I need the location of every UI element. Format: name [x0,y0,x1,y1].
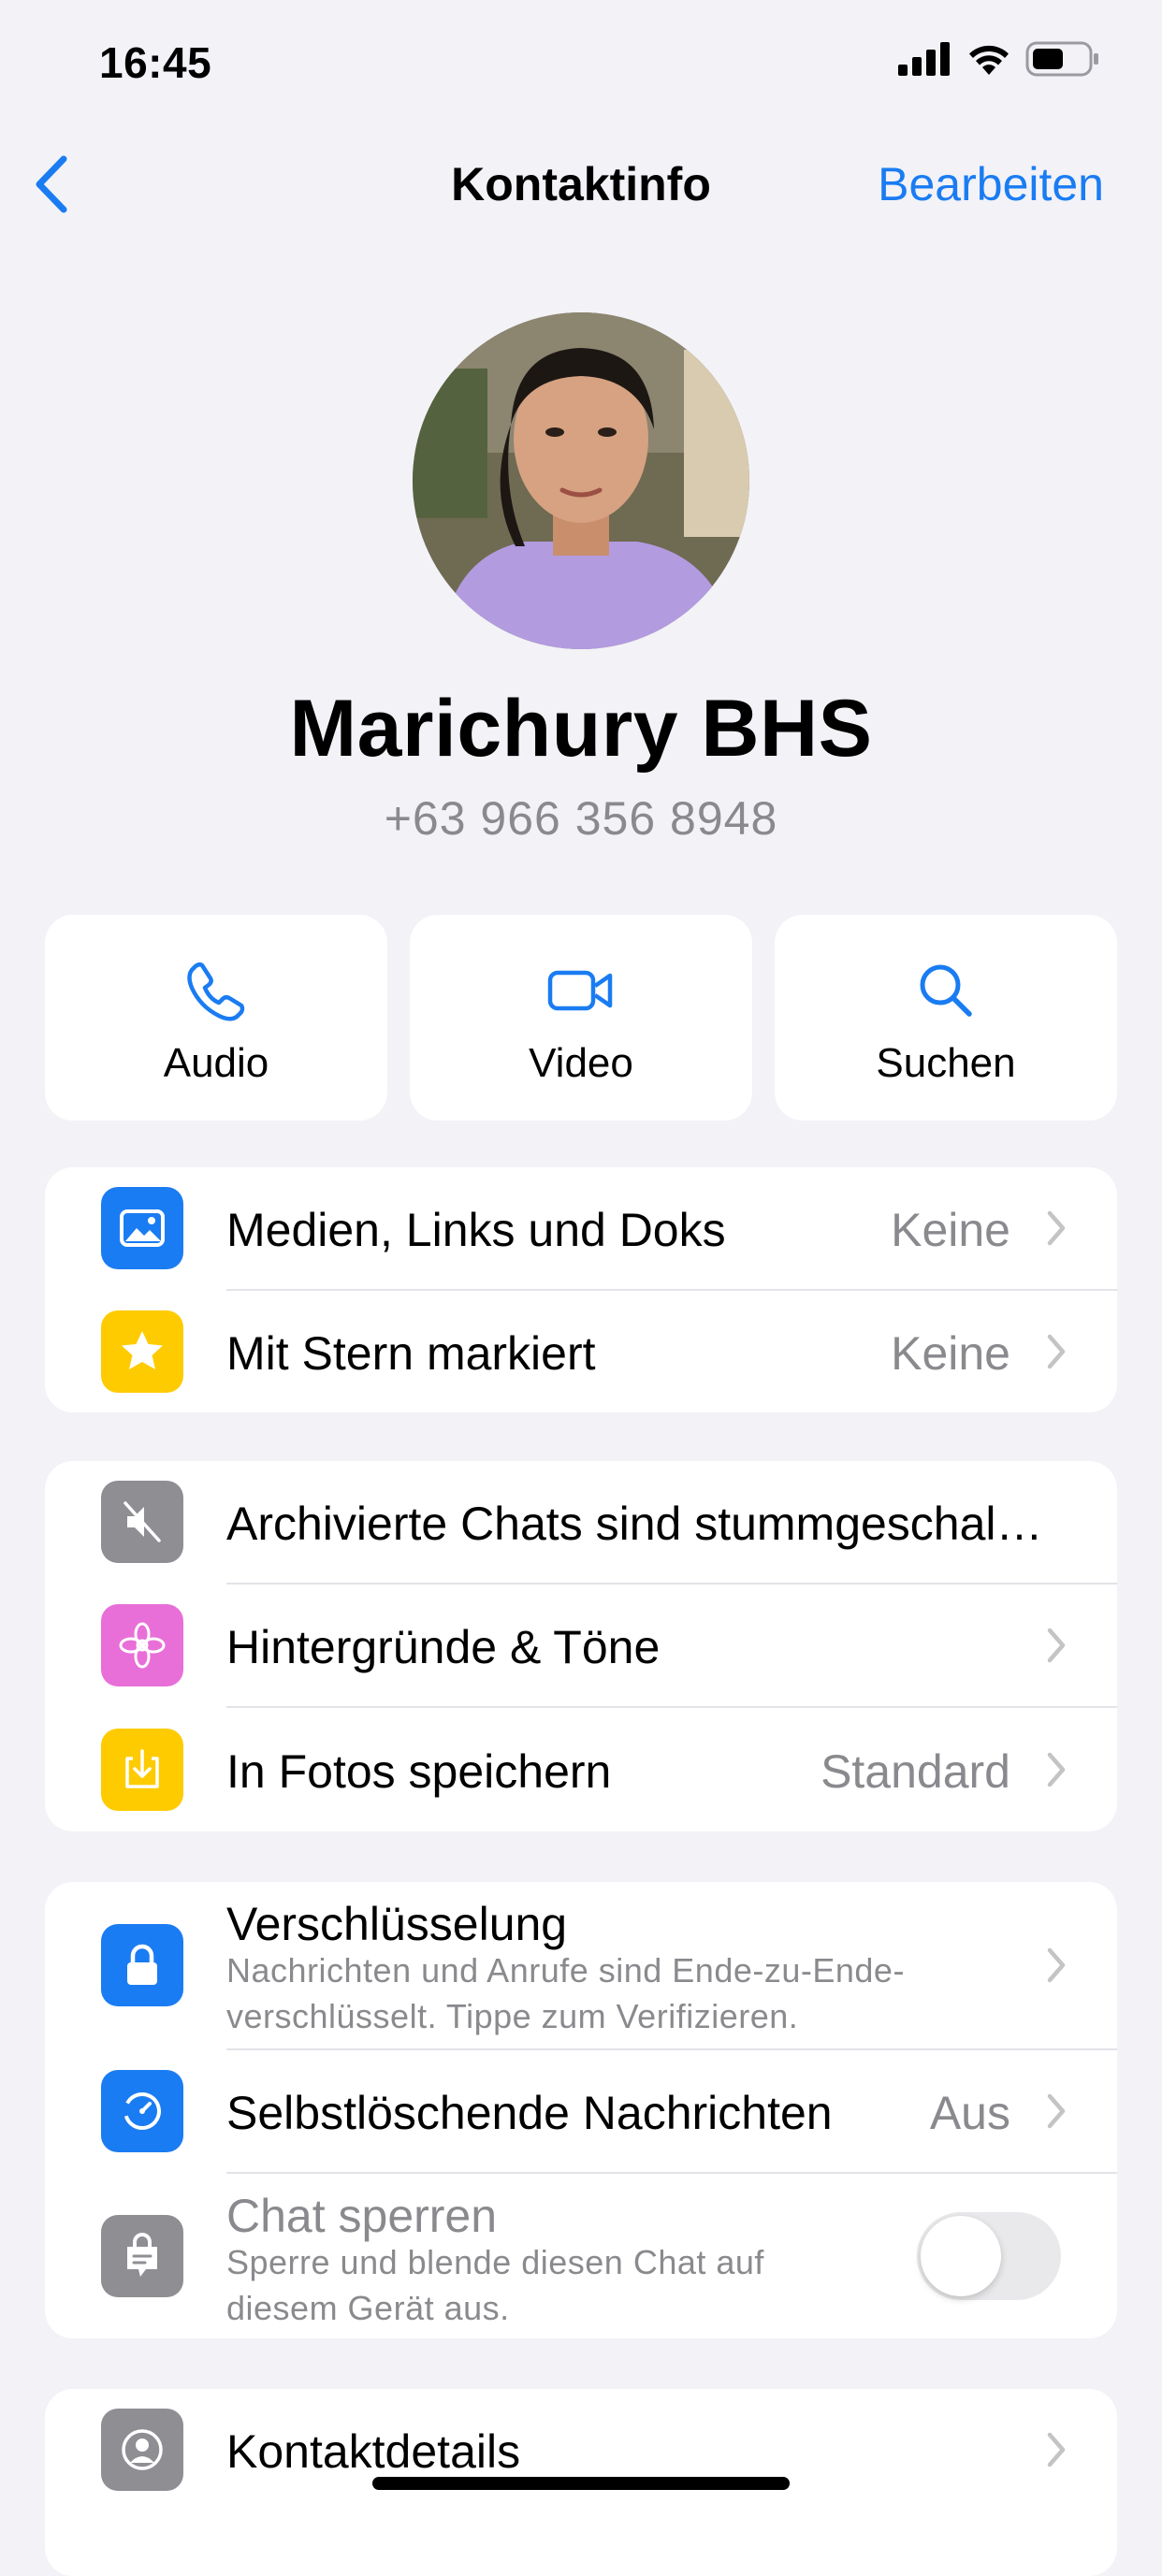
row-wallpaper-sounds[interactable]: Hintergründe & Töne [45,1585,1117,1706]
timer-icon [101,2070,183,2152]
row-sublabel: diesem Gerät aus. [226,2289,510,2327]
row-sublabel: verschlüsselt. Tippe zum Verifizieren. [226,1997,799,2035]
video-call-button[interactable]: Video [410,915,752,1121]
row-label: Mit Stern markiert [226,1327,596,1380]
row-value: Aus [929,2087,1010,2139]
row-label: Verschlüsselung [226,1898,568,1950]
row-label: In Fotos speichern [226,1745,612,1798]
audio-call-label: Audio [163,1040,269,1086]
home-indicator [372,2477,790,2490]
chevron-right-icon [1047,1947,1066,1983]
video-call-label: Video [529,1040,633,1086]
row-sublabel: Sperre und blende diesen Chat auf [226,2243,764,2281]
chevron-right-icon [1047,1752,1066,1787]
lock-icon [101,1924,183,2006]
status-time: 16:45 [99,38,212,87]
row-value: Keine [891,1204,1010,1256]
audio-call-button[interactable]: Audio [45,915,387,1121]
chevron-right-icon [1047,2093,1066,2129]
row-label: Medien, Links und Doks [226,1204,726,1256]
row-chat-lock: Chat sperren Sperre und blende diesen Ch… [45,2174,1117,2338]
media-card: Medien, Links und Doks Keine Mit Stern m… [45,1167,1117,1412]
row-sublabel: Nachrichten und Anrufe sind Ende-zu-Ende… [226,1951,905,1990]
flower-icon [101,1604,183,1686]
phone-icon [187,962,245,1021]
wifi-icon [969,45,1009,75]
row-label: Archivierte Chats sind stummgeschal… [226,1498,1043,1550]
video-camera-icon [547,970,613,1011]
save-download-icon [101,1729,183,1811]
privacy-card: Verschlüsselung Nachrichten und Anrufe s… [45,1882,1117,2338]
avatar-photo [413,312,749,649]
chevron-right-icon [1047,1210,1066,1246]
row-value: Standard [821,1745,1010,1798]
status-icons [898,41,1100,77]
battery-icon [1025,41,1098,77]
search-label: Suchen [876,1040,1016,1086]
row-label: Chat sperren [226,2190,498,2242]
contact-phone: +63 966 356 8948 [384,792,778,845]
row-value: Keine [891,1327,1010,1380]
row-disappearing-messages[interactable]: Selbstlöschende Nachrichten Aus [45,2050,1117,2172]
toggle-knob [921,2216,1001,2296]
row-archived-muted[interactable]: Archivierte Chats sind stummgeschal… [45,1461,1117,1583]
search-button[interactable]: Suchen [775,915,1117,1121]
chat-lock-icon [101,2215,183,2297]
row-label: Hintergründe & Töne [226,1621,661,1673]
row-media-links-docs[interactable]: Medien, Links und Doks Keine [45,1167,1117,1289]
row-label: Kontaktdetails [226,2425,521,2478]
settings-card: Archivierte Chats sind stummgeschal… Hin… [45,1461,1117,1831]
contact-name: Marichury BHS [289,684,873,774]
speaker-muted-icon [101,1481,183,1563]
avatar[interactable] [413,312,749,649]
chevron-right-icon [1047,1628,1066,1663]
row-encryption[interactable]: Verschlüsselung Nachrichten und Anrufe s… [45,1882,1117,2048]
row-starred[interactable]: Mit Stern markiert Keine [45,1291,1117,1412]
chevron-right-icon [1047,2432,1066,2467]
chevron-right-icon [1047,1334,1066,1369]
row-contact-details[interactable]: Kontaktdetails [45,2389,1117,2511]
photo-icon [101,1187,183,1269]
row-save-to-photos[interactable]: In Fotos speichern Standard [45,1708,1117,1831]
person-circle-icon [101,2409,183,2491]
search-icon [920,964,972,1017]
row-label: Selbstlöschende Nachrichten [226,2087,833,2139]
star-icon [101,1310,183,1393]
chat-lock-toggle[interactable] [917,2212,1061,2300]
cellular-signal-icon [898,42,950,76]
edit-button[interactable]: Bearbeiten [878,157,1104,211]
